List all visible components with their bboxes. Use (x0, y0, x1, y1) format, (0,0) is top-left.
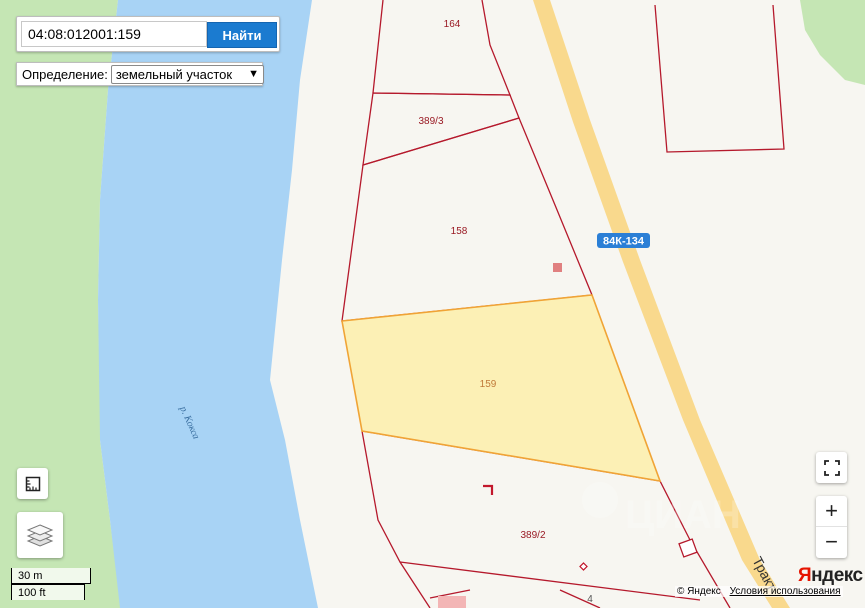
ruler-icon (25, 476, 40, 491)
fullscreen-icon (823, 459, 840, 476)
definition-selected-value: земельный участок (115, 66, 233, 82)
copyright-text: © Яндекс (677, 586, 721, 597)
parcel-label-164: 164 (444, 19, 461, 30)
fullscreen-button[interactable] (816, 452, 847, 483)
svg-text:ЦИАН: ЦИАН (625, 493, 741, 537)
layers-icon (26, 524, 54, 547)
parcel-label-389-3: 389/3 (418, 116, 443, 127)
zoom-controls: + − (816, 496, 847, 558)
definition-panel: Определение: земельный участок ▼ (16, 62, 264, 86)
layers-button[interactable] (17, 512, 63, 558)
yandex-logo-rest: ндекс (811, 565, 863, 586)
parcel-label-389-2: 389/2 (520, 530, 545, 541)
terms-of-use-link[interactable]: Условия использования (730, 586, 841, 597)
definition-select[interactable]: земельный участок ▼ (110, 64, 264, 84)
parcel-label-4: 4 (587, 594, 593, 605)
road-badge: 84К-134 (603, 236, 645, 248)
search-button[interactable]: Найти (207, 22, 277, 48)
zoom-out-button[interactable]: − (816, 527, 847, 557)
scale-imperial-label: 100 ft (18, 587, 46, 599)
cadastral-search-input[interactable] (21, 21, 207, 47)
building-marker (553, 263, 562, 272)
parcel-label-158: 158 (451, 226, 468, 237)
chevron-down-icon: ▼ (248, 68, 259, 80)
zoom-in-button[interactable]: + (816, 496, 847, 527)
scale-bar: 30 m 100 ft (11, 568, 91, 602)
search-panel: Найти (16, 16, 280, 52)
parcel-label-159: 159 (480, 379, 497, 390)
yandex-logo[interactable]: Яндекс (798, 565, 863, 587)
yandex-logo-first-letter: Я (798, 565, 812, 586)
definition-label: Определение: (22, 66, 108, 82)
ruler-button[interactable] (17, 468, 48, 499)
building-bottom (438, 596, 466, 608)
scale-imperial: 100 ft (11, 584, 85, 600)
scale-metric: 30 m (11, 568, 91, 584)
scale-metric-label: 30 m (18, 570, 43, 582)
map-attribution: © Яндекс Условия использования (675, 586, 843, 597)
map-canvas[interactable]: 164 389/3 158 389/2 4 159 84К-134 Тракт … (0, 0, 865, 608)
